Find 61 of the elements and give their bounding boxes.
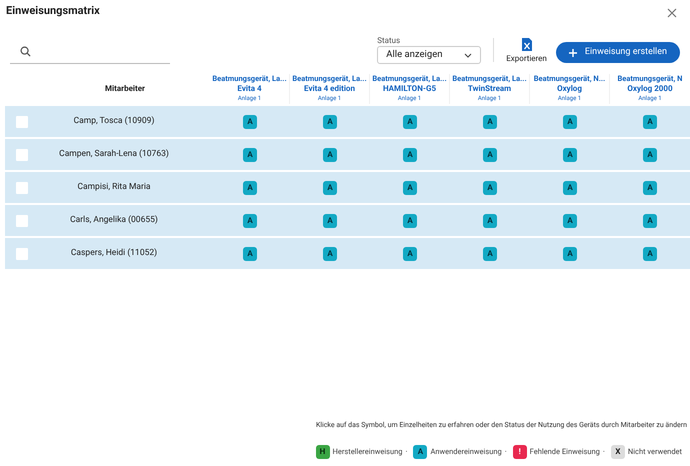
search-icon [20,46,31,57]
status-badge[interactable]: A [643,180,657,194]
status-badge[interactable]: A [403,180,417,194]
window-title: Einweisungsmatrix [6,3,100,20]
status-badge[interactable]: A [403,148,417,162]
plus-icon [568,48,577,56]
close-icon[interactable] [667,8,677,18]
status-badge[interactable]: A [243,214,257,228]
status-badge[interactable]: A [563,148,577,162]
employee-name: Campen, Sarah-Lena (10763) [58,148,170,161]
checkbox[interactable] [16,148,28,160]
spreadsheet-file-icon [522,38,532,51]
status-dropdown[interactable]: Alle anzeigen [377,46,482,64]
status-badge[interactable]: A [563,114,577,128]
employee-name: Caspers, Heidi (11052) [70,247,158,260]
legend-badge: H [316,445,330,459]
status-badge[interactable]: A [483,214,497,228]
status-badge[interactable]: A [483,180,497,194]
device-name: HAMILTON-G5 [382,84,436,94]
checkbox[interactable] [16,248,28,260]
status-badge[interactable]: A [563,214,577,228]
status-badge[interactable]: A [483,114,497,128]
status-badge[interactable]: A [243,114,257,128]
create-button[interactable]: Einweisung erstellen [556,42,680,63]
status-badge[interactable]: A [403,214,417,228]
device-name: TwinStream [468,84,512,94]
employee-name: Camp, Tosca (10909) [72,115,156,128]
status-badge[interactable]: A [243,148,257,162]
status-badge[interactable]: A [323,114,337,128]
checkbox[interactable] [16,116,28,128]
legend-badge: A [413,445,428,459]
device-name: Evita 4 [237,84,262,94]
status-badge[interactable]: A [563,180,577,194]
status-badge[interactable]: A [403,246,417,260]
status-badge[interactable]: A [323,148,337,162]
status-label: Status [377,36,402,46]
export-button[interactable]: Exportieren [506,38,547,64]
checkbox[interactable] [16,182,28,194]
device-name: Oxylog [557,84,582,94]
legend-badge: ! [512,445,527,459]
status-badge[interactable]: A [643,246,657,260]
column-header: Mitarbeiter [105,82,145,94]
status-badge[interactable]: A [323,246,337,260]
device-name: Evita 4 edition [304,84,355,94]
status-badge[interactable]: A [643,114,657,128]
status-badge[interactable]: A [323,214,337,228]
status-badge[interactable]: A [643,148,657,162]
status-badge[interactable]: A [563,246,577,260]
status-badge[interactable]: A [643,214,657,228]
status-badge[interactable]: A [243,180,257,194]
checkbox[interactable] [16,214,28,226]
device-name: Oxylog 2000 [627,84,673,94]
status-badge[interactable]: A [323,180,337,194]
chevron-icon [464,52,472,58]
employee-name: Carls, Angelika (00655) [69,214,159,227]
status-badge[interactable]: A [403,114,417,128]
employee-name: Campisi, Rita Maria [76,181,152,194]
status-badge[interactable]: A [483,246,497,260]
status-badge[interactable]: A [243,246,257,260]
status-badge[interactable]: A [483,148,497,162]
legend-badge: X [610,445,625,459]
